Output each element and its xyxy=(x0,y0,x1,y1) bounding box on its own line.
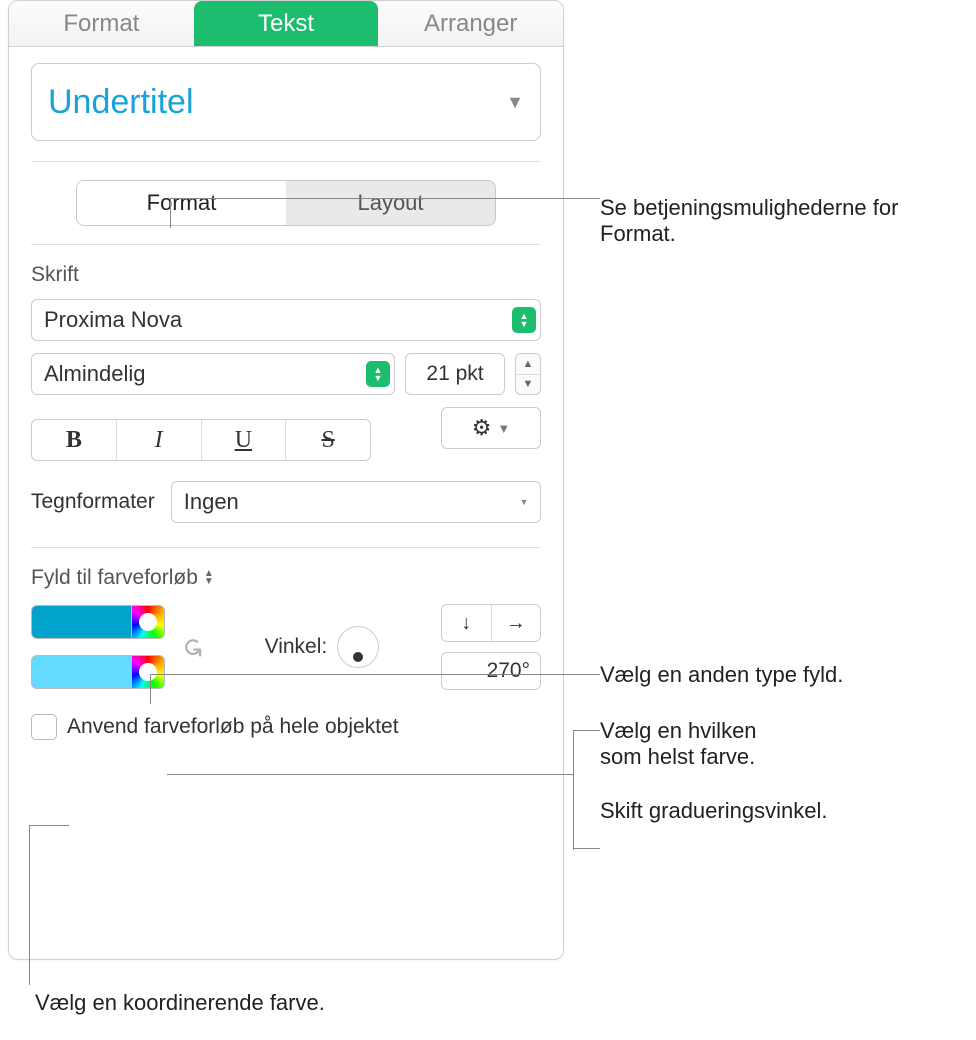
gradient-stop-1-color[interactable] xyxy=(31,605,131,639)
divider xyxy=(31,244,541,245)
font-weight-select[interactable]: Almindelig ▲▼ xyxy=(31,353,395,395)
stepper-down-icon[interactable]: ▼ xyxy=(516,375,540,395)
color-picker-button-1[interactable] xyxy=(131,605,165,639)
subtab-layout[interactable]: Layout xyxy=(286,181,495,225)
format-layout-segmented: Format Layout xyxy=(76,180,496,226)
fill-type-label: Fyld til farveforløb xyxy=(31,566,198,590)
stepper-up-icon[interactable]: ▲ xyxy=(516,354,540,375)
char-formats-label: Tegnformater xyxy=(31,490,155,514)
inspector-panel: Format Tekst Arranger Undertitel ▼ Forma… xyxy=(8,0,564,960)
callout-any-color: Vælg en hvilken som helst farve. xyxy=(600,718,960,770)
bold-button[interactable]: B xyxy=(32,420,117,460)
italic-button[interactable]: I xyxy=(117,420,202,460)
top-tabs: Format Tekst Arranger xyxy=(9,1,563,47)
callout-format: Se betjeningsmulighederne for Format. xyxy=(600,195,960,247)
apply-whole-object-checkbox[interactable] xyxy=(31,714,57,740)
angle-value: 270° xyxy=(487,659,530,683)
gear-icon: ⚙ xyxy=(472,415,492,441)
text-style-group: B I U S xyxy=(31,419,371,461)
direction-down-button[interactable]: ↓ xyxy=(442,605,492,641)
divider xyxy=(31,161,541,162)
updown-icon: ▲▼ xyxy=(204,570,214,586)
char-formats-select[interactable]: Ingen ▼ xyxy=(171,481,541,523)
apply-whole-object-label: Anvend farveforløb på hele objektet xyxy=(67,715,399,739)
font-section-label: Skrift xyxy=(31,263,541,287)
callout-angle: Skift gradueringsvinkel. xyxy=(600,798,970,824)
angle-label: Vinkel: xyxy=(265,635,328,659)
tab-arranger-top[interactable]: Arranger xyxy=(378,1,563,46)
popup-indicator-icon: ▲▼ xyxy=(512,307,536,333)
font-family-select[interactable]: Proxima Nova ▲▼ xyxy=(31,299,541,341)
callout-fill-type: Vælg en anden type fyld. xyxy=(600,662,960,688)
popup-indicator-icon: ▲▼ xyxy=(366,361,390,387)
underline-button[interactable]: U xyxy=(202,420,287,460)
paragraph-style-dropdown[interactable]: Undertitel ▼ xyxy=(31,63,541,141)
color-picker-button-2[interactable] xyxy=(131,655,165,689)
divider xyxy=(31,547,541,548)
swap-colors-icon[interactable]: ↻ xyxy=(176,636,207,658)
gradient-direction-segmented: ↓ → xyxy=(441,604,541,642)
angle-dial[interactable] xyxy=(337,626,379,668)
chevron-down-icon: ▼ xyxy=(506,92,524,113)
strikethrough-button[interactable]: S xyxy=(286,420,370,460)
font-size-field[interactable]: 21 pkt xyxy=(405,353,505,395)
paragraph-style-name: Undertitel xyxy=(48,83,194,122)
chevron-down-icon: ▼ xyxy=(512,489,536,515)
direction-right-button[interactable]: → xyxy=(492,605,541,641)
font-size-stepper[interactable]: ▲ ▼ xyxy=(515,353,541,395)
char-formats-value: Ingen xyxy=(184,489,239,515)
font-weight-value: Almindelig xyxy=(44,361,146,387)
angle-value-field[interactable]: 270° xyxy=(441,652,541,690)
subtab-format[interactable]: Format xyxy=(77,181,286,225)
tab-tekst-top[interactable]: Tekst xyxy=(194,1,379,46)
chevron-down-icon: ▼ xyxy=(497,421,510,436)
font-family-value: Proxima Nova xyxy=(44,307,182,333)
gradient-stops xyxy=(31,605,165,689)
advanced-options-button[interactable]: ⚙ ▼ xyxy=(441,407,541,449)
font-size-value: 21 pkt xyxy=(426,362,483,386)
gradient-stop-2-color[interactable] xyxy=(31,655,131,689)
callout-coord-color: Vælg en koordinerende farve. xyxy=(35,990,455,1016)
tab-format-top[interactable]: Format xyxy=(9,1,194,46)
fill-type-dropdown[interactable]: Fyld til farveforløb ▲▼ xyxy=(31,566,541,590)
